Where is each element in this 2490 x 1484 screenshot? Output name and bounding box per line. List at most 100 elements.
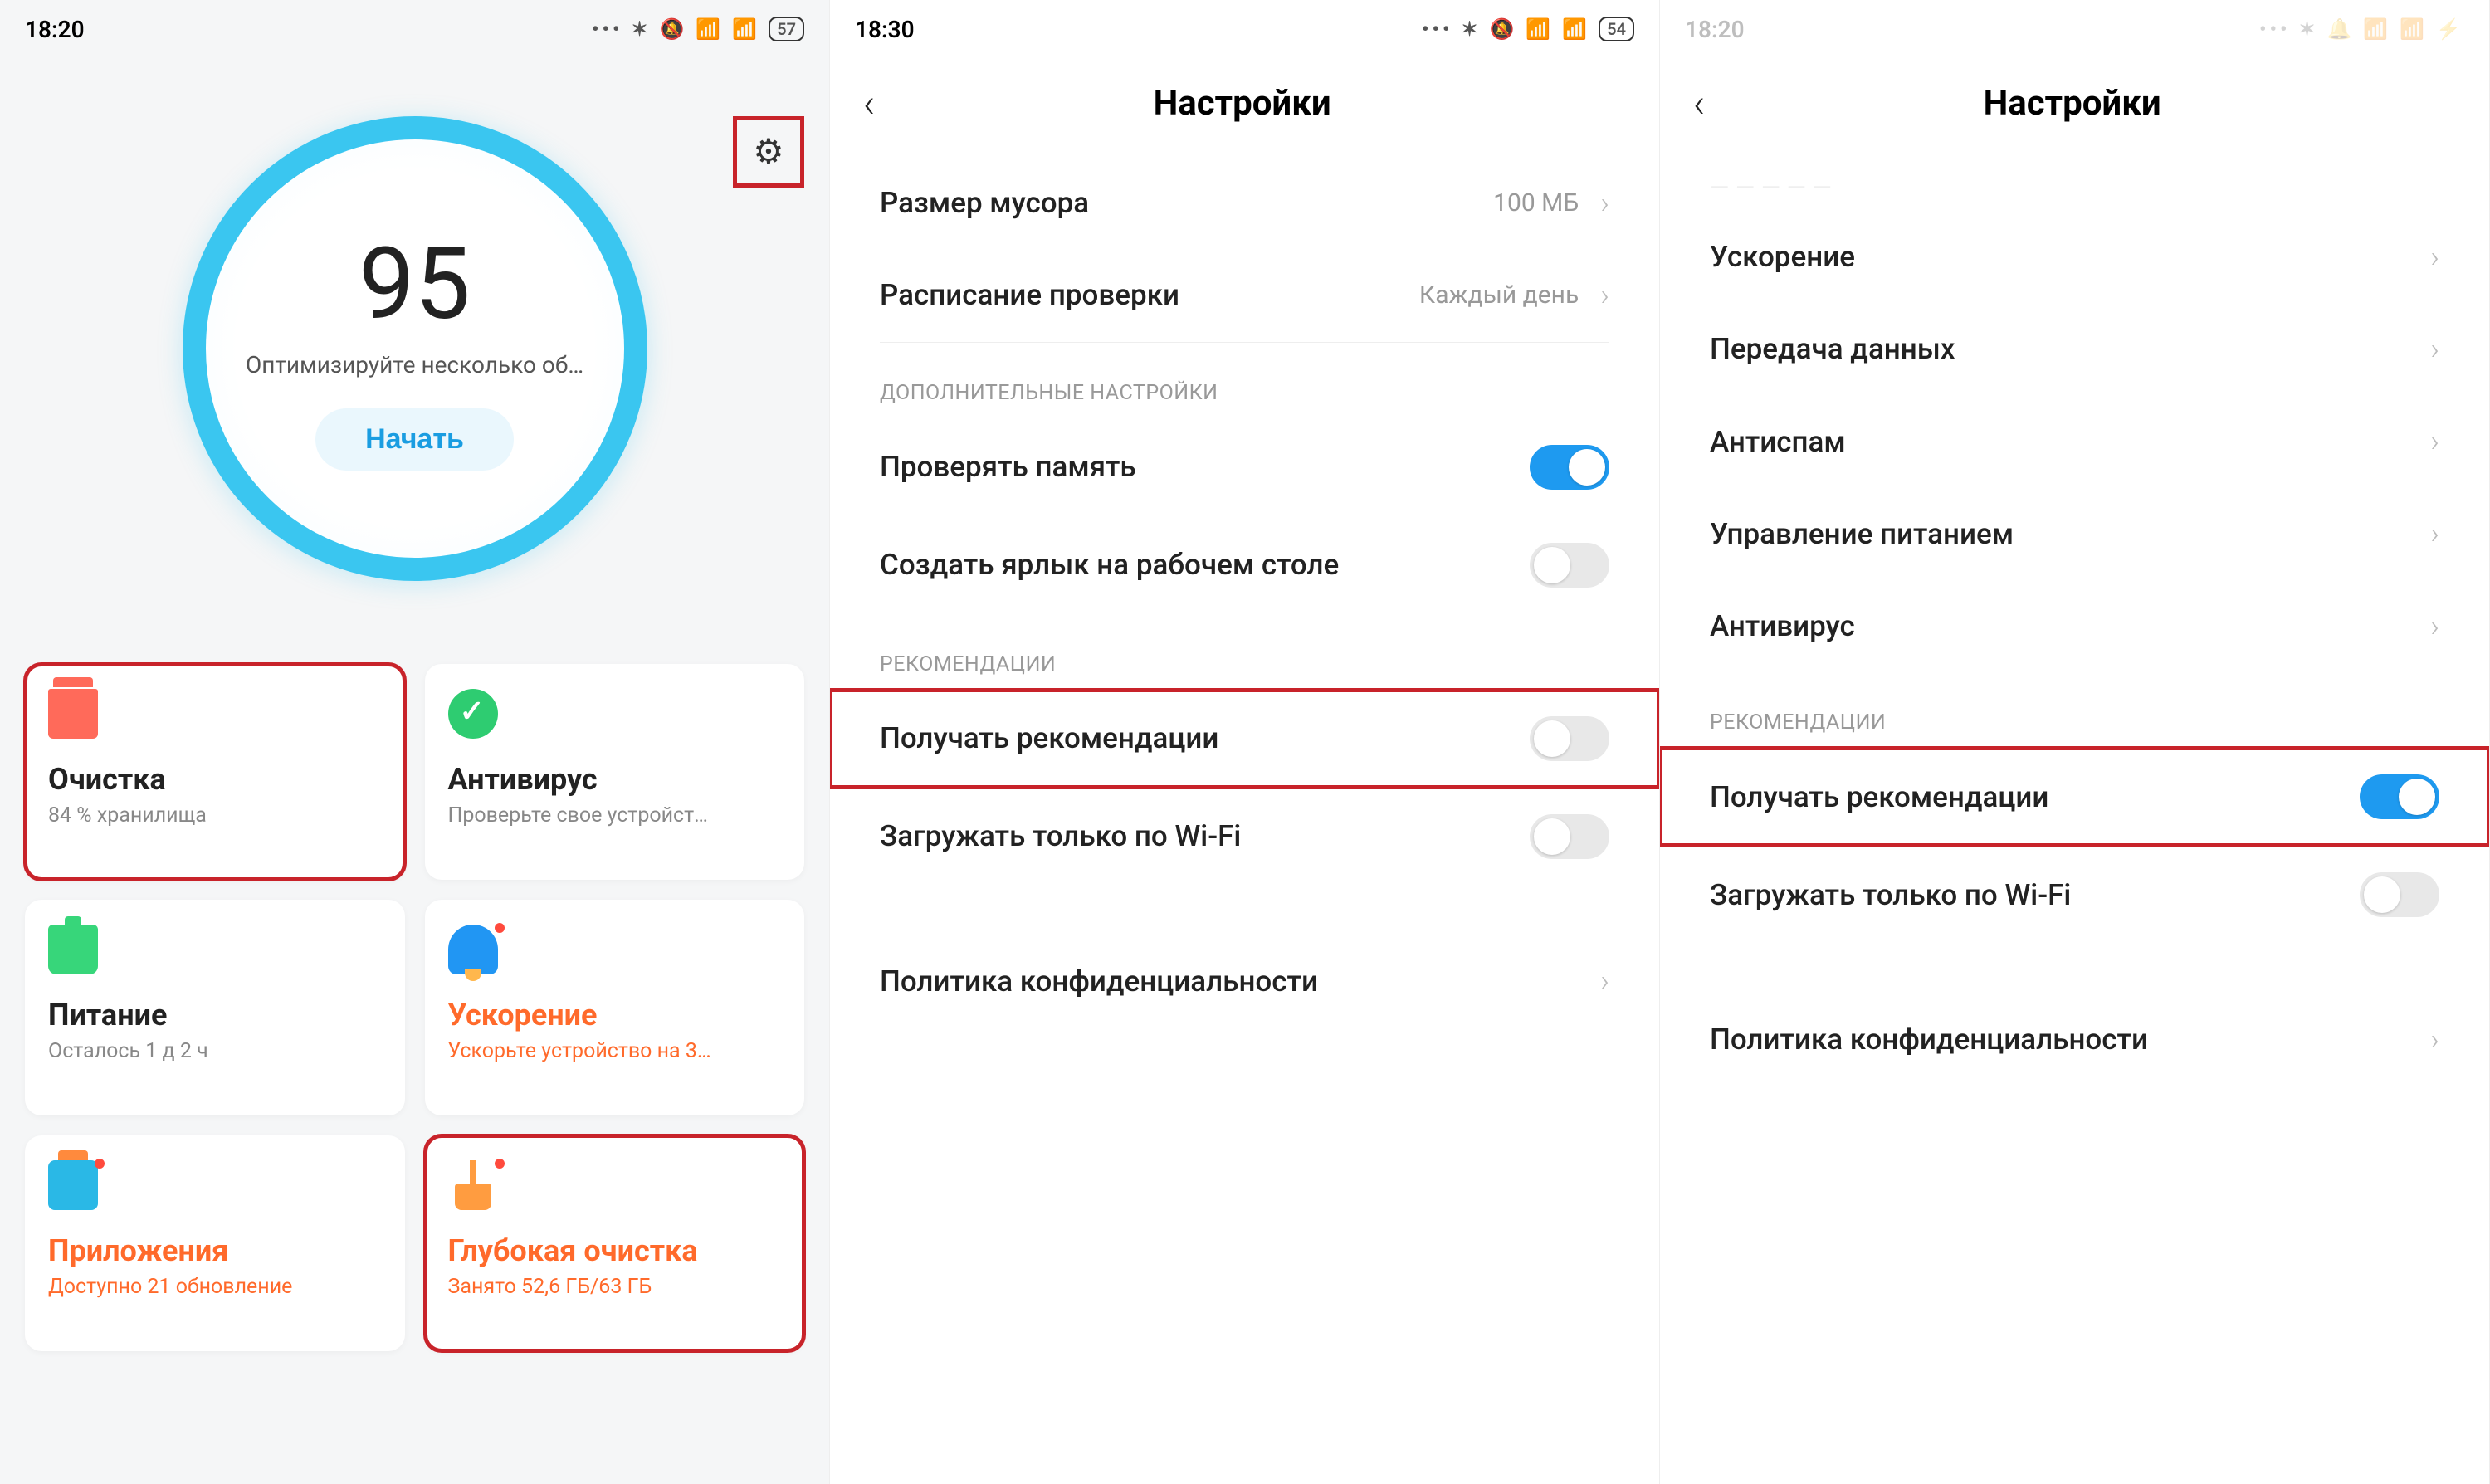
rocket-icon: [448, 925, 498, 974]
tile-rocket[interactable]: Ускорение Ускорьте устройство на 3…: [425, 900, 805, 1115]
row-right: ›: [2430, 516, 2439, 551]
tile-subtitle: Доступно 21 обновление: [48, 1275, 382, 1299]
tile-trash[interactable]: Очистка 84 % хранилища: [25, 664, 405, 880]
tiles-grid: Очистка 84 % хранилища АнтивирусПроверьте …: [0, 664, 829, 1351]
status-icons: ••• ✶ 🔕 📶 📶 57: [592, 17, 804, 41]
privacy-policy-row[interactable]: Политика конфиденциальности ›: [1660, 993, 2489, 1086]
gear-icon[interactable]: ⚙: [753, 131, 784, 173]
toggle-switch[interactable]: [2360, 774, 2439, 819]
header: ‹ Настройки: [1660, 58, 2489, 157]
tile-title: Очистка: [48, 762, 382, 797]
settings-screen-cleaner: 18:30 ••• ✶ 🔕 📶 📶 54 ‹ Настройки Размер …: [830, 0, 1660, 1484]
row-label: Расписание проверки: [880, 276, 1179, 315]
settings-row-toggle[interactable]: Загружать только по Wi-Fi: [830, 788, 1659, 886]
score-circle: 95 Оптимизируйте несколько об… Начать: [183, 116, 647, 581]
row-right: ›: [2430, 1023, 2439, 1057]
tile-title: Антивирус: [448, 762, 782, 797]
settings-row-toggle[interactable]: Создать ярлык на рабочем столе: [830, 516, 1659, 614]
score-message: Оптимизируйте несколько об…: [246, 351, 583, 378]
status-indicator-icons: ••• ✶ 🔕 📶 📶: [1422, 17, 1590, 41]
chevron-right-icon: ›: [2430, 424, 2439, 459]
toggle-knob: [1569, 449, 1605, 486]
tile-subtitle: Занято 52,6 ГБ/63 ГБ: [448, 1275, 782, 1299]
toggle-knob: [2364, 876, 2400, 913]
row-right: ›: [2430, 332, 2439, 367]
settings-row[interactable]: Антивирус›: [1660, 580, 2489, 672]
tile-title: Питание: [48, 998, 382, 1032]
battery-icon: 57: [769, 17, 804, 41]
back-icon[interactable]: ‹: [863, 84, 875, 124]
row-label: Проверять память: [880, 447, 1136, 486]
tile-broom[interactable]: Глубокая очистка Занято 52,6 ГБ/63 ГБ: [425, 1135, 805, 1351]
section-header-reco: РЕКОМЕНДАЦИИ: [1660, 672, 2489, 748]
tile-shield[interactable]: АнтивирусПроверьте свое устройст…: [425, 664, 805, 880]
tile-title: Ускорение: [448, 998, 782, 1032]
tile-title: Глубокая очистка: [448, 1233, 782, 1268]
toggle-switch[interactable]: [1530, 543, 1609, 588]
row-label: Политика конфиденциальности: [880, 962, 1318, 1001]
broom-icon: [448, 1160, 498, 1210]
status-bar: 18:30 ••• ✶ 🔕 📶 📶 54: [830, 0, 1659, 58]
chevron-right-icon: ›: [2430, 332, 2439, 367]
apps-icon: [48, 1160, 98, 1210]
status-time: 18:20: [1685, 16, 1745, 43]
toggle-switch[interactable]: [1530, 445, 1609, 490]
row-label: Загружать только по Wi-Fi: [880, 817, 1241, 856]
toggle-knob: [2399, 779, 2435, 815]
toggle-switch[interactable]: [1530, 716, 1609, 761]
toggle-knob: [1534, 547, 1570, 583]
score-area: 95 Оптимизируйте несколько об… Начать: [0, 116, 829, 581]
row-label: Антиспам: [1710, 422, 1846, 461]
status-icons: ••• ✶ 🔔 📶 📶 ⚡: [2259, 17, 2464, 41]
page-title: Настройки: [1730, 83, 2414, 124]
toggle-switch[interactable]: [1530, 814, 1609, 859]
faded-previous-row: — — — — —: [1660, 157, 2489, 211]
settings-row-toggle[interactable]: Получать рекомендации: [830, 690, 1659, 788]
settings-row-toggle[interactable]: Загружать только по Wi-Fi: [1660, 846, 2489, 944]
tile-subtitle: 84 % хранилища: [48, 803, 382, 827]
status-time: 18:20: [25, 16, 85, 43]
row-label: Получать рекомендации: [1710, 778, 2048, 817]
score-value: 95: [359, 227, 471, 343]
notification-dot-icon: [495, 923, 505, 933]
row-right: ›: [2430, 240, 2439, 275]
row-label: Создать ярлык на рабочем столе: [880, 545, 1339, 584]
row-label: Передача данных: [1710, 330, 1955, 369]
settings-row-toggle[interactable]: Получать рекомендации: [1660, 748, 2489, 846]
settings-row-toggle[interactable]: Проверять память: [830, 418, 1659, 516]
row-right: ›: [2430, 609, 2439, 644]
settings-row[interactable]: Расписание проверки Каждый день›: [830, 249, 1659, 341]
toggle-knob: [1534, 720, 1570, 757]
privacy-policy-row[interactable]: Политика конфиденциальности ›: [830, 935, 1659, 1028]
settings-row[interactable]: Ускорение ›: [1660, 211, 2489, 303]
tile-subtitle: Ускорьте устройство на 3…: [448, 1039, 782, 1063]
trash-icon: [48, 689, 98, 739]
status-time: 18:30: [855, 16, 915, 43]
settings-row[interactable]: Антиспам ›: [1660, 396, 2489, 488]
back-icon[interactable]: ‹: [1693, 84, 1705, 124]
settings-row[interactable]: Размер мусора100 МБ›: [830, 157, 1659, 249]
start-button[interactable]: Начать: [315, 408, 514, 471]
chevron-right-icon: ›: [1600, 964, 1609, 998]
tile-apps[interactable]: Приложения Доступно 21 обновление: [25, 1135, 405, 1351]
tile-batt[interactable]: Питание Осталось 1 д 2 ч: [25, 900, 405, 1115]
row-right: ›: [1600, 964, 1609, 998]
row-right: Каждый день›: [1419, 278, 1609, 313]
toggle-switch[interactable]: [2360, 872, 2439, 917]
shield-icon: [448, 689, 498, 739]
tile-title: Приложения: [48, 1233, 382, 1268]
toggle-knob: [1534, 818, 1570, 855]
chevron-right-icon: ›: [2430, 240, 2439, 275]
settings-gear-highlight: ⚙: [733, 116, 804, 188]
status-bar: 18:20 ••• ✶ 🔕 📶 📶 57: [0, 0, 829, 58]
chevron-right-icon: ›: [1600, 278, 1609, 313]
row-right: 100 МБ›: [1493, 186, 1609, 221]
settings-screen-main: 18:20 ••• ✶ 🔔 📶 📶 ⚡ ‹ Настройки — — — — …: [1660, 0, 2490, 1484]
row-value: 100 МБ: [1493, 188, 1579, 217]
tile-subtitle: Осталось 1 д 2 ч: [48, 1039, 382, 1063]
settings-row[interactable]: Управление питанием ›: [1660, 488, 2489, 580]
row-label: Ускорение: [1710, 237, 1855, 276]
row-label: Политика конфиденциальности: [1710, 1020, 2148, 1059]
settings-row[interactable]: Передача данных ›: [1660, 303, 2489, 395]
row-label: Управление питанием: [1710, 515, 2014, 554]
